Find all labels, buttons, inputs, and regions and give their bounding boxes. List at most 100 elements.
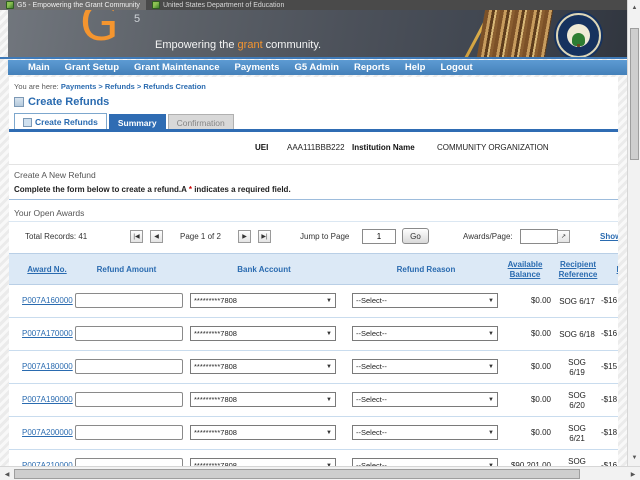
table-row: P007A180000 *********7808 ▼ --Select--▼ $… [9,351,618,384]
refund-reason-select[interactable]: --Select--▼ [352,326,498,341]
nav-item-g5-admin[interactable]: G5 Admin [294,62,339,73]
tab-summary[interactable]: Summary [109,114,166,130]
refund-amount-input[interactable] [75,425,183,440]
tab-create-refunds[interactable]: Create Refunds [14,113,107,130]
awards-per-page-input[interactable] [520,229,558,244]
next-page-button[interactable]: ▶ [238,230,251,243]
section-grid-icon [14,97,24,107]
refund-amount-input[interactable] [75,326,183,341]
header-available-balance[interactable]: Available Balance [501,254,549,286]
banner-divider [0,57,627,59]
scroll-left-button[interactable]: ◀ [1,468,13,480]
arrow-up-right-icon: ↗ [561,233,566,240]
next-page-icon: ▶ [242,233,247,240]
recipient-reference: SOG 6/19 [555,351,599,384]
refund-reason-select[interactable]: --Select--▼ [352,425,498,440]
scroll-right-button[interactable]: ▶ [627,468,639,480]
recipient-reference: SOG 6/22 [555,450,599,466]
refund-amount-input[interactable] [75,392,183,407]
breadcrumb: You are here: Payments > Refunds > Refun… [14,82,206,91]
available-balance: $0.00 [489,395,551,404]
header-net[interactable]: Net [603,254,618,286]
show-all-awards-link[interactable]: Show All A [600,232,618,241]
net-value: -$16 [601,329,618,338]
page-icon [152,1,160,9]
arrow-left-icon: ◀ [5,471,10,478]
window-tab-doe[interactable]: United States Department of Education [146,0,290,10]
header-bank-account: Bank Account [190,254,338,286]
refund-reason-select[interactable]: --Select--▼ [352,392,498,407]
arrow-down-icon: ▼ [632,455,638,461]
award-link[interactable]: P007A170000 [22,329,73,338]
horizontal-scroll-thumb[interactable] [14,469,580,479]
header-award-no[interactable]: Award No. [17,254,77,286]
award-link[interactable]: P007A160000 [22,296,73,305]
header-recipient-reference[interactable]: Recipient Reference [555,254,601,286]
chevron-down-icon: ▼ [326,298,332,304]
chevron-down-icon: ▼ [326,364,332,370]
bank-account-value: *********7808 [194,362,237,371]
nav-item-logout[interactable]: Logout [440,62,472,73]
scroll-up-button[interactable]: ▲ [629,2,640,14]
nav-item-grant-setup[interactable]: Grant Setup [65,62,119,73]
nav-item-payments[interactable]: Payments [235,62,280,73]
table-header-row: Award No. Refund Amount Bank Account Ref… [9,253,618,285]
refund-amount-input[interactable] [75,359,183,374]
award-link[interactable]: P007A190000 [22,395,73,404]
content-panel: You are here: Payments > Refunds > Refun… [9,77,618,466]
bank-account-value: *********7808 [194,296,237,305]
last-page-icon: ▶| [261,233,267,240]
bank-account-select[interactable]: *********7808 ▼ [190,392,336,407]
bank-account-select[interactable]: *********7808 ▼ [190,293,336,308]
refund-reason-select[interactable]: --Select--▼ [352,293,498,308]
main-nav-bar: Main Grant Setup Grant Maintenance Payme… [8,60,627,75]
breadcrumb-path[interactable]: Payments > Refunds > Refunds Creation [61,82,206,91]
tagline-prefix: Empowering the [155,39,238,51]
chevron-down-icon: ▼ [326,430,332,436]
window-tab-g5[interactable]: G5 - Empowering the Grant Community [0,0,146,10]
vertical-scrollbar[interactable]: ▲ ▼ [627,0,640,466]
refund-amount-input[interactable] [75,458,183,466]
table-row: P007A170000 *********7808▼ --Select--▼ $… [9,318,618,351]
nav-item-grant-maintenance[interactable]: Grant Maintenance [134,62,220,73]
jump-to-page-input[interactable] [362,229,396,244]
available-balance: $0.00 [489,428,551,437]
refund-reason-select[interactable]: --Select--▼ [352,359,498,374]
chevron-down-icon: ▼ [326,397,332,403]
refund-reason-select[interactable]: --Select--▼ [352,458,498,466]
nav-item-help[interactable]: Help [405,62,426,73]
scroll-down-button[interactable]: ▼ [629,452,640,464]
apply-per-page-button[interactable]: ↗ [557,230,570,243]
vertical-scroll-thumb[interactable] [630,28,639,160]
award-link[interactable]: P007A180000 [22,362,73,371]
awards-per-page-label: Awards/Page: [463,232,513,241]
refund-amount-input[interactable] [75,293,183,308]
g5-application-window: G5 - Empowering the Grant Community Unit… [0,0,640,480]
form-instructions: Complete the form below to create a refu… [14,185,291,194]
tab-icon [23,118,32,127]
award-link[interactable]: P007A200000 [22,428,73,437]
bank-account-select[interactable]: *********7808▼ [190,326,336,341]
bank-account-select[interactable]: *********7808 ▼ [190,359,336,374]
tab-label: Confirmation [177,118,225,128]
bank-account-select[interactable]: *********7808▼ [190,458,336,466]
tab-confirmation: Confirmation [168,114,234,130]
last-page-button[interactable]: ▶| [258,230,271,243]
net-value: -$15 [601,362,618,371]
instructions-text: indicates a required field. [192,185,291,194]
nav-item-reports[interactable]: Reports [354,62,390,73]
net-value: -$18 [601,428,618,437]
go-button[interactable]: Go [402,228,429,244]
tab-label: Summary [118,118,157,128]
bank-account-value: *********7808 [194,395,237,404]
prev-page-button[interactable]: ◀ [150,230,163,243]
arrow-right-icon: ▶ [631,471,636,478]
seal-inner-ring [567,24,590,47]
section-title-open-awards: Your Open Awards [14,208,84,218]
horizontal-scrollbar[interactable]: ◀ ▶ [0,466,640,480]
nav-item-main[interactable]: Main [28,62,50,73]
refund-reason-value: --Select-- [356,428,387,437]
available-balance: $0.00 [489,362,551,371]
bank-account-select[interactable]: *********7808▼ [190,425,336,440]
first-page-button[interactable]: |◀ [130,230,143,243]
